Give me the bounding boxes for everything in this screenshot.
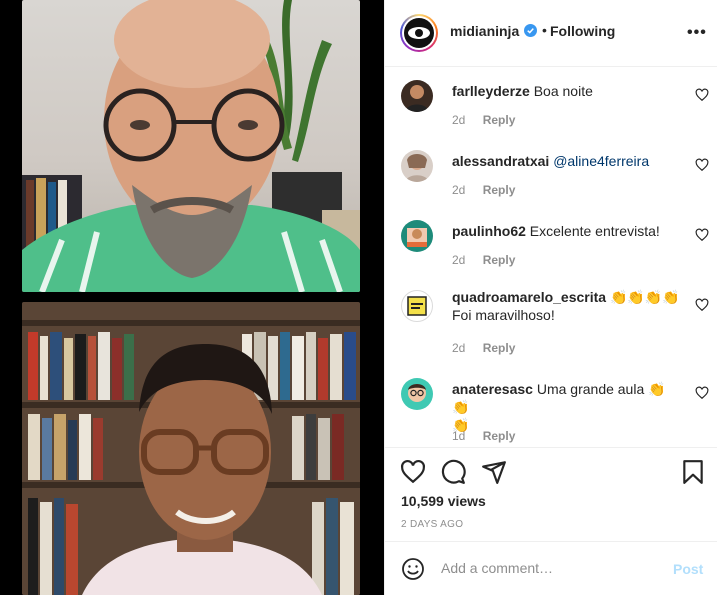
comment-username[interactable]: farlleyderze bbox=[452, 83, 530, 99]
comment-avatar[interactable] bbox=[401, 290, 433, 322]
emoji-icon[interactable] bbox=[401, 557, 425, 581]
reply-button[interactable]: Reply bbox=[483, 341, 516, 355]
comment-age: 2d bbox=[452, 253, 466, 267]
save-bookmark-icon[interactable] bbox=[680, 459, 706, 485]
comment-age: 2d bbox=[452, 341, 466, 355]
comment-text: Boa noite bbox=[533, 83, 593, 99]
post-header: midianinja • Following ••• bbox=[385, 0, 717, 67]
like-comment-heart-icon[interactable] bbox=[695, 298, 709, 312]
share-send-icon[interactable] bbox=[481, 459, 507, 485]
comment-avatar[interactable] bbox=[401, 378, 433, 410]
comment-mention[interactable]: @aline4ferreira bbox=[553, 153, 649, 169]
comment-age: 1d bbox=[452, 429, 466, 443]
like-comment-heart-icon[interactable] bbox=[695, 228, 709, 242]
more-options-icon[interactable]: ••• bbox=[687, 24, 707, 42]
comment-text: Excelente entrevista! bbox=[529, 223, 660, 239]
video-frame-bottom bbox=[22, 302, 360, 595]
post-comment-button[interactable]: Post bbox=[673, 561, 703, 577]
post-actions-bar: 10,599 views 2 DAYS AGO bbox=[385, 447, 717, 541]
ninja-eye-logo bbox=[408, 27, 430, 39]
post-timestamp: 2 DAYS AGO bbox=[401, 519, 464, 530]
comment-age: 2d bbox=[452, 113, 466, 127]
like-comment-heart-icon[interactable] bbox=[695, 88, 709, 102]
reply-button[interactable]: Reply bbox=[483, 183, 516, 197]
add-comment-bar: Post bbox=[385, 541, 717, 595]
following-button[interactable]: Following bbox=[550, 23, 615, 39]
header-separator: • bbox=[542, 22, 547, 38]
comment-username[interactable]: paulinho62 bbox=[452, 223, 526, 239]
post-panel: midianinja • Following ••• farlleyderze … bbox=[384, 0, 717, 595]
video-participant-1 bbox=[22, 0, 360, 292]
view-count[interactable]: 10,599 views bbox=[401, 493, 486, 509]
comments-list: farlleyderze Boa noite 2d Reply alessand… bbox=[385, 68, 717, 446]
comment-bubble-icon[interactable] bbox=[440, 459, 466, 485]
profile-username[interactable]: midianinja bbox=[450, 23, 519, 39]
comment-avatar[interactable] bbox=[401, 150, 433, 182]
comment-username[interactable]: quadroamarelo_escrita bbox=[452, 289, 606, 305]
like-comment-heart-icon[interactable] bbox=[695, 386, 709, 400]
video-participant-2 bbox=[22, 302, 360, 595]
reply-button[interactable]: Reply bbox=[483, 429, 516, 443]
reply-button[interactable]: Reply bbox=[483, 113, 516, 127]
like-comment-heart-icon[interactable] bbox=[695, 158, 709, 172]
comment-age: 2d bbox=[452, 183, 466, 197]
live-video-area bbox=[0, 0, 384, 595]
comment-input[interactable] bbox=[441, 558, 661, 578]
comment-text-line2: Foi maravilhoso! bbox=[452, 307, 555, 323]
profile-avatar[interactable] bbox=[400, 14, 438, 52]
reply-button[interactable]: Reply bbox=[483, 253, 516, 267]
comment-avatar[interactable] bbox=[401, 220, 433, 252]
comment-username[interactable]: anateresasc bbox=[452, 381, 533, 397]
comment-avatar[interactable] bbox=[401, 80, 433, 112]
comment-text: 👏👏👏👏 bbox=[609, 289, 680, 305]
comment-username[interactable]: alessandratxai bbox=[452, 153, 549, 169]
like-heart-icon[interactable] bbox=[400, 459, 426, 485]
verified-badge-icon bbox=[524, 24, 537, 37]
video-frame-top bbox=[22, 0, 360, 292]
